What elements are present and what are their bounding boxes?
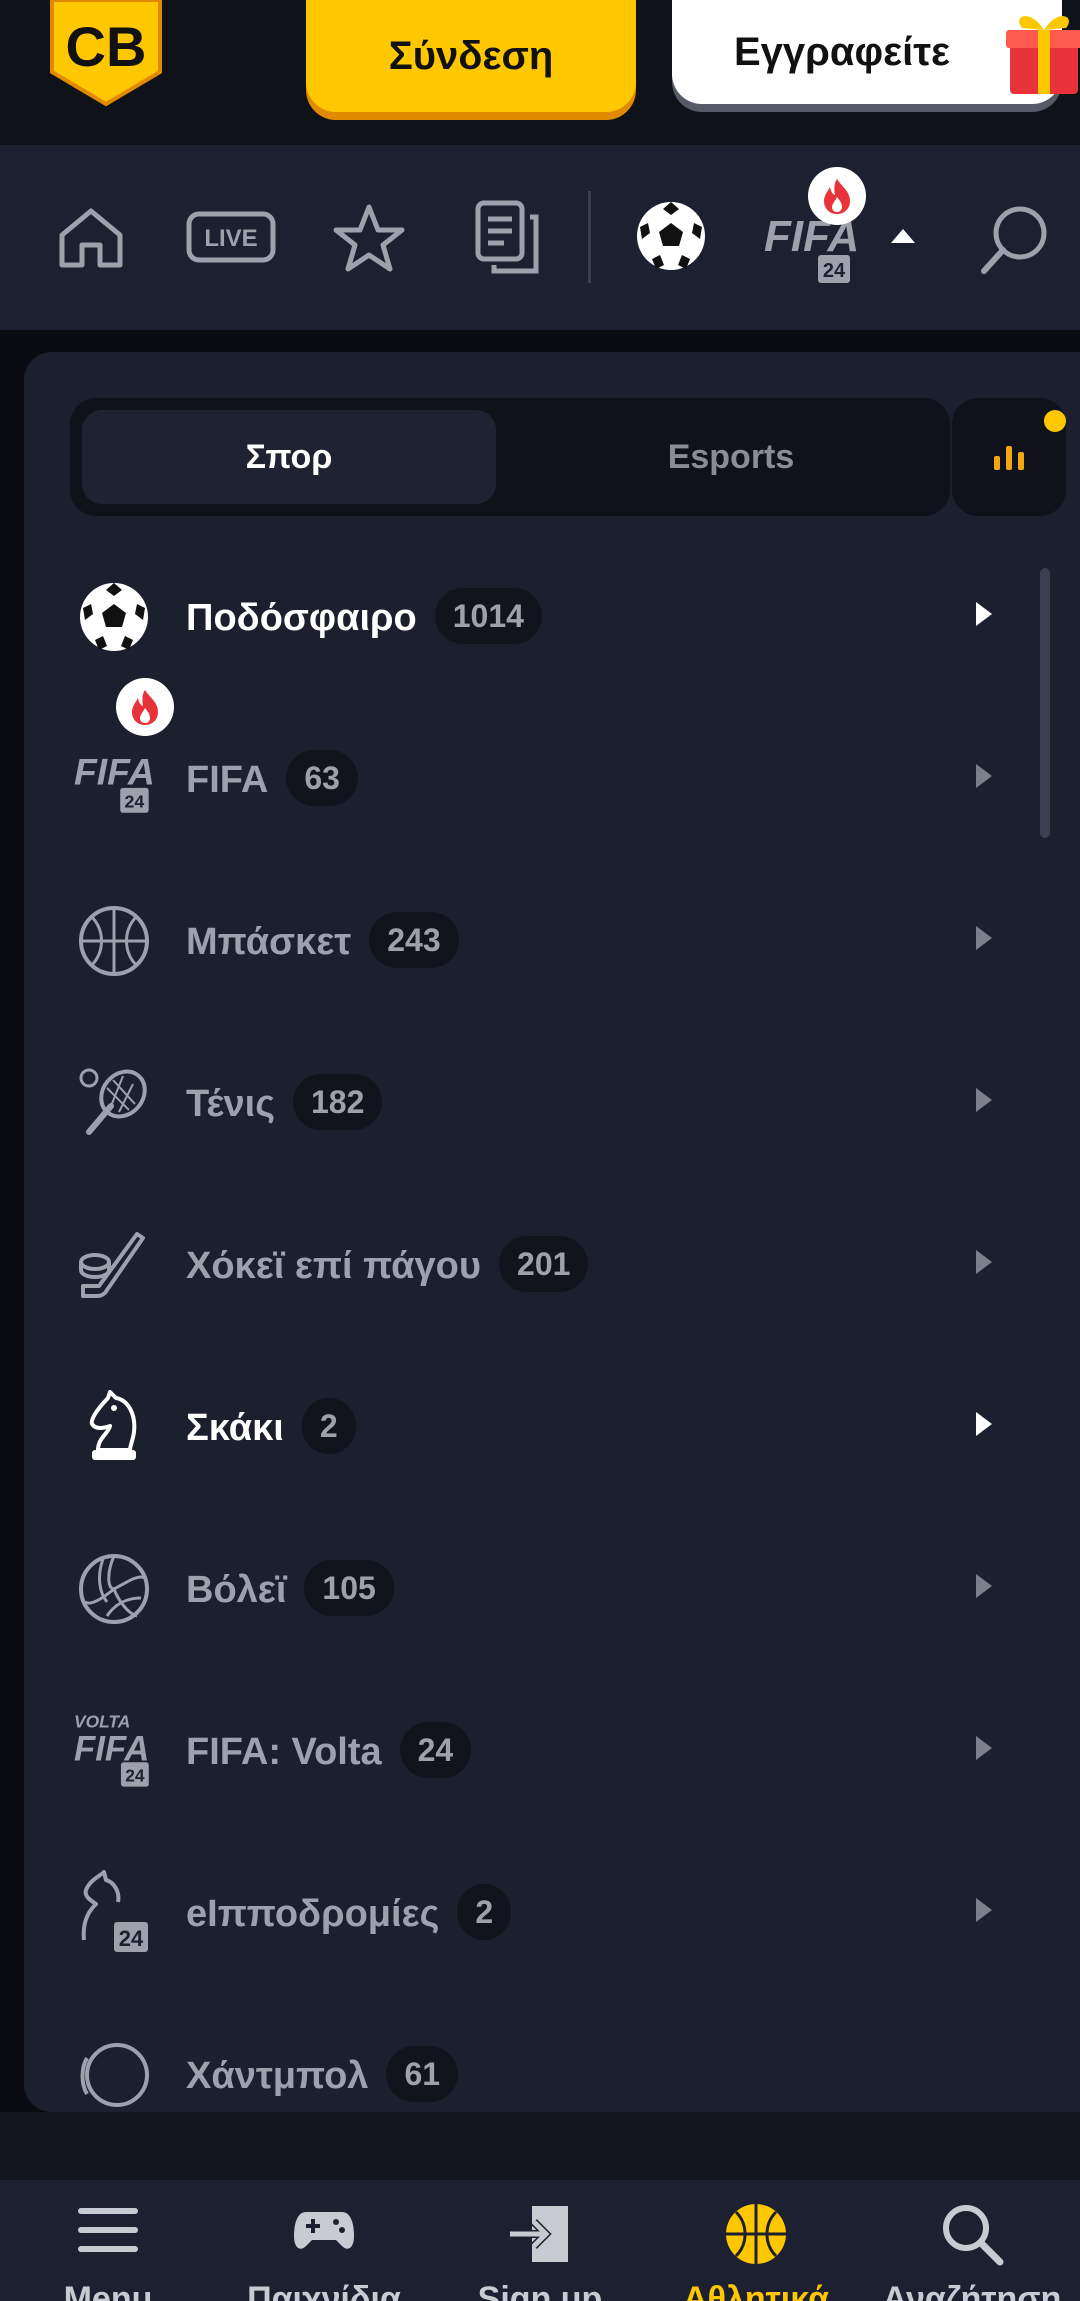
sport-count: 2	[457, 1884, 512, 1940]
sport-row-volleyball[interactable]: Βόλεϊ 105	[24, 1504, 1024, 1666]
content-behind-panel	[0, 2112, 1080, 2180]
bottom-tab-bar: Menu Παιχνίδια Sign up Αθλητικά Αναζήτησ…	[0, 2180, 1080, 2301]
sport-count: 201	[499, 1236, 589, 1292]
tab-sign-up[interactable]: Sign up	[432, 2180, 648, 2301]
svg-text:24: 24	[823, 260, 846, 282]
chevron-right-icon	[976, 1088, 992, 1112]
svg-text:LIVE: LIVE	[204, 225, 257, 252]
chevron-right-icon	[976, 1250, 992, 1274]
sport-type-switcher: Σπορ Esports	[70, 398, 950, 516]
sport-row-fifa-volta[interactable]: VOLTA FIFA 24 FIFA: Volta 24	[24, 1666, 1024, 1828]
basketball-icon	[648, 2202, 864, 2266]
chevron-right-icon	[976, 1898, 992, 1922]
sport-count: 61	[386, 2046, 459, 2102]
tab-sports[interactable]: Σπορ	[82, 410, 496, 504]
sport-name: eΙπποδρομίες 2	[186, 1884, 512, 1944]
sport-count: 243	[369, 912, 459, 968]
hot-badge-icon	[808, 167, 866, 225]
chevron-right-icon	[976, 926, 992, 950]
scrollbar[interactable]	[1040, 568, 1050, 838]
search-icon	[864, 2202, 1080, 2266]
tab-menu[interactable]: Menu	[0, 2180, 216, 2301]
sport-row-fifa[interactable]: FIFA 24 FIFA 63	[24, 678, 1024, 856]
sport-row-ehorse-racing[interactable]: 24 eΙπποδρομίες 2	[24, 1828, 1024, 1990]
basketball-icon	[74, 901, 154, 981]
sport-name: Σκάκι 2	[186, 1398, 356, 1458]
sport-name: FIFA: Volta 24	[186, 1722, 472, 1782]
tab-esports[interactable]: Esports	[524, 410, 938, 504]
tab-games[interactable]: Παιχνίδια	[216, 2180, 432, 2301]
sport-row-ice-hockey[interactable]: Χόκεϊ επί πάγου 201	[24, 1180, 1024, 1342]
tab-search[interactable]: Αναζήτηση	[864, 2180, 1080, 2301]
sport-name: FIFA 63	[186, 750, 358, 810]
tab-sports[interactable]: Αθλητικά	[648, 2180, 864, 2301]
soccer-ball-icon[interactable]	[634, 199, 708, 273]
sport-count: 1014	[434, 588, 542, 644]
chess-knight-icon	[74, 1387, 154, 1467]
hot-badge-icon	[116, 678, 174, 736]
tab-label: Παιχνίδια	[247, 2280, 401, 2301]
sport-count: 182	[293, 1074, 383, 1130]
app-screen: CB Σύνδεση Εγγραφείτε LIVE FIFA 24 Σπορ …	[0, 0, 1080, 2301]
betslip-icon[interactable]	[474, 199, 542, 275]
sport-row-chess[interactable]: Σκάκι 2	[24, 1342, 1024, 1504]
sport-name: Μπάσκετ 243	[186, 912, 459, 972]
tab-label: Αναζήτηση	[882, 2280, 1062, 2301]
svg-text:24: 24	[125, 791, 145, 811]
sport-row-basketball[interactable]: Μπάσκετ 243	[24, 856, 1024, 1018]
chevron-right-icon	[976, 602, 992, 626]
sport-name: Χάντμπολ 61	[186, 2046, 459, 2106]
sport-name: Ποδόσφαιρο 1014	[186, 588, 542, 648]
brand-logo[interactable]: CB	[44, 0, 168, 108]
collapse-caret-icon[interactable]	[888, 225, 918, 247]
chevron-right-icon	[976, 1412, 992, 1436]
fifa-volta-icon: VOLTA FIFA 24	[74, 1711, 154, 1791]
sign-in-icon	[432, 2202, 648, 2266]
gift-icon	[1004, 6, 1080, 98]
hockey-icon	[74, 1225, 154, 1305]
svg-text:FIFA: FIFA	[74, 750, 154, 792]
tab-label: Menu	[63, 2280, 153, 2301]
chevron-right-icon	[976, 1736, 992, 1760]
sports-nav-bar: LIVE FIFA 24	[0, 145, 1080, 330]
live-icon[interactable]: LIVE	[186, 211, 276, 263]
bar-chart-icon	[994, 446, 1024, 470]
svg-text:24: 24	[125, 1765, 145, 1785]
sports-dropdown-panel: Σπορ Esports Ποδόσφαιρο 1014 FIFA 24 FIF…	[24, 352, 1080, 2112]
nav-divider	[588, 191, 591, 283]
sport-name: Χόκεϊ επί πάγου 201	[186, 1236, 589, 1296]
sport-count: 24	[399, 1722, 472, 1778]
handball-icon	[74, 2035, 154, 2112]
sport-count: 63	[286, 750, 358, 806]
sport-row-soccer[interactable]: Ποδόσφαιρο 1014	[24, 532, 1024, 694]
svg-text:CB: CB	[66, 15, 147, 78]
chevron-right-icon	[976, 1574, 992, 1598]
stats-button[interactable]	[952, 398, 1066, 516]
horse-racing-icon: 24	[74, 1870, 154, 1953]
fifa-icon: FIFA 24	[74, 739, 154, 819]
tab-label: Sign up	[477, 2280, 603, 2301]
chevron-right-icon	[976, 764, 992, 788]
sport-name: Τένις 182	[186, 1074, 383, 1134]
sport-count: 105	[304, 1560, 394, 1616]
sport-name: Βόλεϊ 105	[186, 1560, 394, 1620]
sport-count: 2	[301, 1398, 356, 1454]
soccer-ball-icon	[74, 577, 154, 657]
tab-label: Αθλητικά	[683, 2280, 829, 2301]
home-icon[interactable]	[56, 205, 126, 271]
sport-row-handball[interactable]: Χάντμπολ 61	[24, 1990, 1024, 2112]
svg-text:VOLTA: VOLTA	[74, 1712, 130, 1732]
gamepad-icon	[216, 2202, 432, 2266]
star-icon[interactable]	[332, 203, 406, 273]
svg-text:24: 24	[119, 1926, 144, 1951]
sport-row-tennis[interactable]: Τένις 182	[24, 1018, 1024, 1180]
search-icon[interactable]	[978, 203, 1052, 277]
top-header: CB Σύνδεση Εγγραφείτε	[0, 0, 1080, 145]
notification-dot	[1044, 410, 1066, 432]
login-button[interactable]: Σύνδεση	[306, 0, 636, 112]
hamburger-icon	[0, 2202, 216, 2266]
volleyball-icon	[74, 1549, 154, 1629]
tennis-icon	[74, 1063, 154, 1143]
